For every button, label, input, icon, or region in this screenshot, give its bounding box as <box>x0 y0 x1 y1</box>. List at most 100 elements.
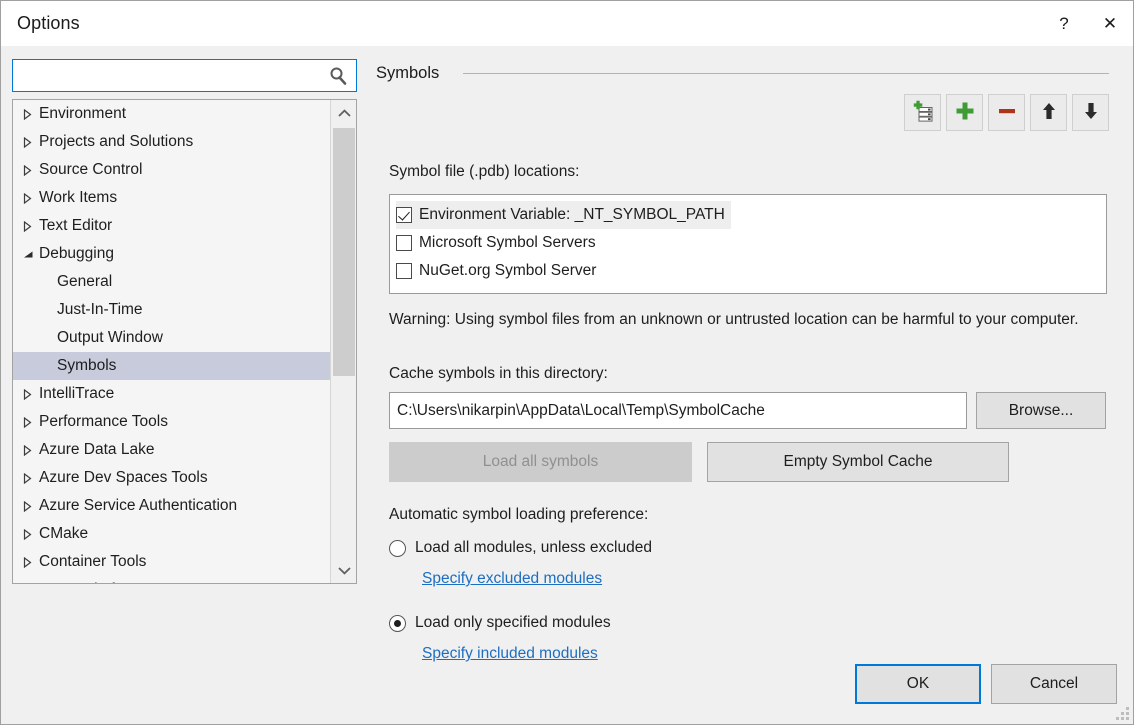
tree-item-label: Source Control <box>39 161 142 179</box>
tree-item-intellitrace[interactable]: IntelliTrace <box>13 380 331 408</box>
chevron-right-icon[interactable] <box>23 165 39 176</box>
radio-button-indicator[interactable] <box>389 540 406 557</box>
dialog-footer: OK Cancel <box>1 650 1133 724</box>
chevron-right-icon[interactable] <box>23 529 39 540</box>
help-button[interactable]: ? <box>1041 1 1087 46</box>
chevron-right-icon[interactable] <box>23 221 39 232</box>
symbol-location-row[interactable]: Environment Variable: _NT_SYMBOL_PATH <box>396 201 731 229</box>
radio-load-all-modules[interactable]: Load all modules, unless excluded <box>389 539 652 557</box>
checkbox-checked-icon[interactable] <box>396 207 412 223</box>
move-up-button[interactable] <box>1030 94 1067 131</box>
tree-item-projects-and-solutions[interactable]: Projects and Solutions <box>13 128 331 156</box>
plus-icon <box>955 101 975 124</box>
add-server-icon <box>912 100 934 125</box>
tree-item-cmake[interactable]: CMake <box>13 520 331 548</box>
radio-button-indicator[interactable] <box>389 615 406 632</box>
symbol-locations-list[interactable]: Environment Variable: _NT_SYMBOL_PATH Mic… <box>389 194 1107 294</box>
radio-label: Load only specified modules <box>415 614 611 632</box>
resize-grip[interactable] <box>1115 706 1129 720</box>
cancel-button[interactable]: Cancel <box>991 664 1117 704</box>
header-divider <box>463 73 1109 74</box>
add-symbol-server-button[interactable] <box>904 94 941 131</box>
tree-item-label: Azure Dev Spaces Tools <box>39 469 208 487</box>
tree-item-debugging[interactable]: Debugging <box>13 240 331 268</box>
move-down-button[interactable] <box>1072 94 1109 131</box>
chevron-right-icon[interactable] <box>23 109 39 120</box>
scroll-up-button[interactable] <box>331 100 357 126</box>
search-icon[interactable] <box>328 66 348 86</box>
tree-item-text-editor[interactable]: Text Editor <box>13 212 331 240</box>
checkbox-icon[interactable] <box>396 235 412 251</box>
tree-item-label: Symbols <box>57 357 116 375</box>
options-tree[interactable]: Environment Projects and Solutions Source … <box>12 99 357 584</box>
tree-item-environment[interactable]: Environment <box>13 100 331 128</box>
close-button[interactable]: ✕ <box>1087 1 1133 46</box>
tree-item-label: Just-In-Time <box>57 301 143 319</box>
tree-item-performance-tools[interactable]: Performance Tools <box>13 408 331 436</box>
load-all-symbols-button: Load all symbols <box>389 442 692 482</box>
chevron-down-icon[interactable] <box>23 250 39 259</box>
symbol-location-row[interactable]: NuGet.org Symbol Server <box>396 257 596 285</box>
chevron-right-icon[interactable] <box>23 473 39 484</box>
tree-item-output-window[interactable]: Output Window <box>13 324 331 352</box>
symbol-location-row[interactable]: Microsoft Symbol Servers <box>396 229 596 257</box>
close-icon: ✕ <box>1103 15 1117 32</box>
tree-item-work-items[interactable]: Work Items <box>13 184 331 212</box>
dialog-body: Environment Projects and Solutions Source … <box>1 46 1133 724</box>
tree-item-label: Azure Data Lake <box>39 441 154 459</box>
tree-item-label: Text Editor <box>39 217 112 235</box>
symbols-page: Symbols <box>376 59 1111 87</box>
chevron-right-icon[interactable] <box>23 389 39 400</box>
chevron-right-icon[interactable] <box>23 193 39 204</box>
arrow-down-icon <box>1081 101 1101 124</box>
cache-directory-label: Cache symbols in this directory: <box>389 365 608 383</box>
specify-excluded-modules-link[interactable]: Specify excluded modules <box>422 570 602 588</box>
browse-button[interactable]: Browse... <box>976 392 1106 429</box>
tree-item-azure-data-lake[interactable]: Azure Data Lake <box>13 436 331 464</box>
remove-location-button[interactable] <box>988 94 1025 131</box>
symbol-locations-toolbar <box>904 94 1109 131</box>
cache-directory-input[interactable] <box>389 392 967 429</box>
search-input[interactable] <box>19 60 323 91</box>
chevron-right-icon[interactable] <box>23 445 39 456</box>
page-header: Symbols <box>376 59 1111 87</box>
empty-symbol-cache-button[interactable]: Empty Symbol Cache <box>707 442 1009 482</box>
tree-item-source-control[interactable]: Source Control <box>13 156 331 184</box>
chevron-right-icon[interactable] <box>23 137 39 148</box>
symbol-location-label: Microsoft Symbol Servers <box>419 234 596 252</box>
tree-item-label: Debugging <box>39 245 114 263</box>
tree-item-symbols[interactable]: Symbols <box>13 352 331 380</box>
options-dialog: Options ? ✕ Environ <box>0 0 1134 725</box>
tree-item-container-tools[interactable]: Container Tools <box>13 548 331 576</box>
symbol-location-label: Environment Variable: _NT_SYMBOL_PATH <box>419 206 725 224</box>
chevron-right-icon[interactable] <box>23 557 39 568</box>
tree-item-cross-platform[interactable]: Cross Platform <box>13 576 331 584</box>
scrollbar-thumb[interactable] <box>333 128 355 376</box>
page-title: Symbols <box>376 64 439 83</box>
tree-item-general[interactable]: General <box>13 268 331 296</box>
search-box[interactable] <box>12 59 357 92</box>
tree-item-label: CMake <box>39 525 88 543</box>
tree-item-label: Azure Service Authentication <box>39 497 237 515</box>
checkbox-icon[interactable] <box>396 263 412 279</box>
symbol-locations-label: Symbol file (.pdb) locations: <box>389 163 579 181</box>
tree-item-just-in-time[interactable]: Just-In-Time <box>13 296 331 324</box>
arrow-up-icon <box>1039 101 1059 124</box>
tree-item-label: General <box>57 273 112 291</box>
new-location-button[interactable] <box>946 94 983 131</box>
minus-icon <box>997 101 1017 124</box>
radio-load-only-specified-modules[interactable]: Load only specified modules <box>389 614 611 632</box>
tree-item-azure-service-authentication[interactable]: Azure Service Authentication <box>13 492 331 520</box>
tree-scrollbar[interactable] <box>330 100 356 583</box>
tree-item-azure-dev-spaces-tools[interactable]: Azure Dev Spaces Tools <box>13 464 331 492</box>
left-pane: Environment Projects and Solutions Source … <box>12 59 357 584</box>
ok-button[interactable]: OK <box>855 664 981 704</box>
caption-buttons: ? ✕ <box>1041 1 1133 46</box>
tree-item-label: IntelliTrace <box>39 385 114 403</box>
tree-item-label: Environment <box>39 105 126 123</box>
tree-item-label: Projects and Solutions <box>39 133 193 151</box>
scroll-down-button[interactable] <box>331 557 357 583</box>
chevron-right-icon[interactable] <box>23 417 39 428</box>
tree-list: Environment Projects and Solutions Source … <box>13 100 331 583</box>
chevron-right-icon[interactable] <box>23 501 39 512</box>
